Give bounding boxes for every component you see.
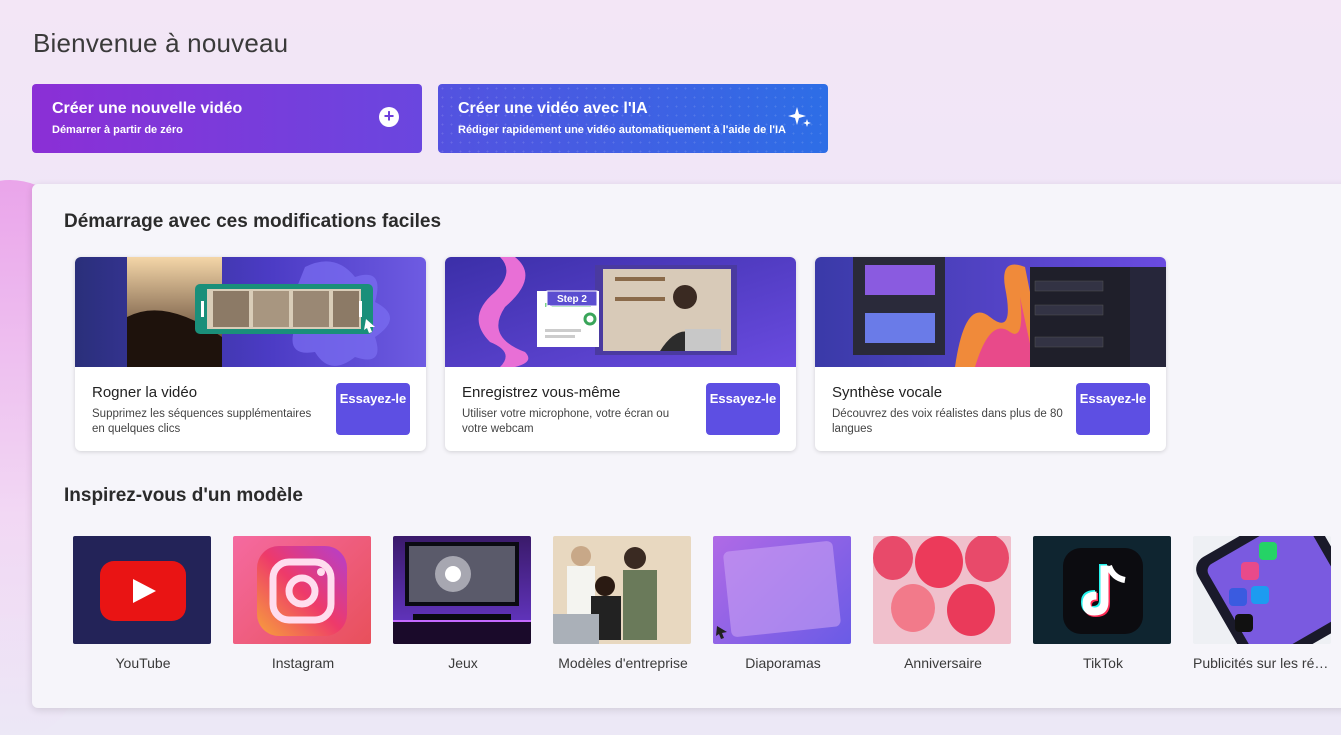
create-ai-video-title: Créer une vidéo avec l'IA — [458, 100, 648, 117]
record-yourself-image: Step 2 — [445, 257, 796, 367]
template-label: Instagram — [271, 655, 335, 671]
template-label: Modèles d'entreprise — [558, 655, 688, 671]
template-label: TikTok — [1083, 655, 1123, 671]
create-new-video-title: Créer une nouvelle vidéo — [52, 100, 243, 117]
card-title: Enregistrez vous-même — [462, 384, 621, 401]
template-youtube[interactable]: YouTube — [73, 536, 211, 671]
template-label: Publicités sur les réseaux sociaux — [1193, 655, 1333, 671]
template-slideshows[interactable]: Diaporamas — [713, 536, 851, 671]
page-title: Bienvenue à nouveau — [33, 28, 289, 58]
social-apps-image — [1193, 536, 1331, 644]
template-label: Anniversaire — [904, 655, 982, 671]
card-description: Supprimez les séquences supplémentaires … — [92, 408, 312, 435]
template-business[interactable]: Modèles d'entreprise — [553, 536, 691, 671]
template-label: Diaporamas — [745, 655, 821, 671]
card-description: Utiliser votre microphone, votre écran o… — [462, 408, 670, 435]
business-photo — [553, 536, 691, 644]
record-yourself-card[interactable]: Step 2 Enregistrez vous-même Utiliser vo… — [445, 257, 796, 451]
trim-video-image — [75, 257, 426, 367]
template-instagram[interactable]: Instagram — [233, 536, 371, 671]
create-new-video-subtitle: Démarrer à partir de zéro — [52, 124, 183, 136]
try-it-button[interactable]: Essayez-le — [1076, 383, 1150, 435]
step-badge: Step 2 — [557, 294, 587, 305]
template-birthday[interactable]: Anniversaire — [873, 536, 1011, 671]
main-panel: Démarrage avec ces modifications faciles — [32, 184, 1341, 708]
youtube-icon — [73, 536, 211, 644]
template-label: Jeux — [448, 655, 478, 671]
text-to-speech-image — [815, 257, 1166, 367]
text-to-speech-card[interactable]: Synthèse vocale Découvrez des voix réali… — [815, 257, 1166, 451]
try-it-button[interactable]: Essayez-le — [706, 383, 780, 435]
easy-edits-title: Démarrage avec ces modifications faciles — [64, 211, 442, 232]
templates-title: Inspirez-vous d'un modèle — [64, 485, 303, 506]
template-social-ads[interactable]: Publicités sur les réseaux sociaux — [1193, 536, 1333, 671]
create-ai-video-subtitle: Rédiger rapidement une vidéo automatique… — [458, 124, 786, 136]
sparkle-icon — [788, 107, 811, 127]
card-title: Rogner la vidéo — [92, 384, 198, 401]
try-it-button[interactable]: Essayez-le — [336, 383, 410, 435]
card-description: Découvrez des voix réalistes dans plus d… — [832, 408, 1063, 435]
slideshow-image — [713, 536, 851, 644]
trim-video-card[interactable]: Rogner la vidéo Supprimez les séquences … — [75, 257, 426, 451]
template-label: YouTube — [115, 655, 171, 671]
gaming-monitor-icon — [393, 536, 531, 644]
template-gaming[interactable]: Jeux — [393, 536, 531, 671]
instagram-icon — [233, 536, 371, 644]
template-tiktok[interactable]: TikTok — [1033, 536, 1171, 671]
balloons-image — [873, 536, 1011, 644]
tiktok-icon — [1033, 536, 1171, 644]
create-new-video-button[interactable]: Créer une nouvelle vidéo Démarrer à part… — [32, 84, 422, 153]
card-title: Synthèse vocale — [832, 384, 943, 401]
create-ai-video-button[interactable]: Créer une vidéo avec l'IA Rédiger rapide… — [438, 84, 828, 153]
